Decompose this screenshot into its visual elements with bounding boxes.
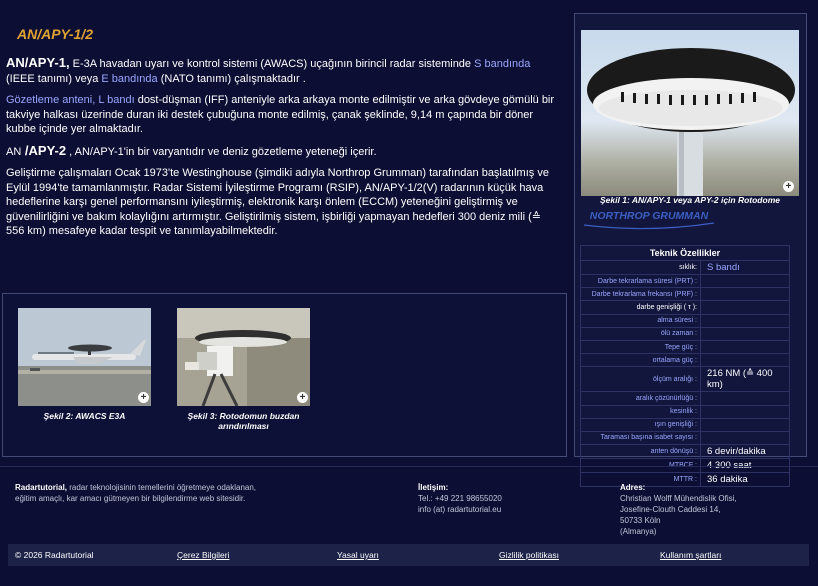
terms-of-use-link[interactable]: Kullanım şartları [660,550,721,560]
spec-key[interactable]: anten dönüşü : [580,444,701,460]
footer-contact: İletişim: Tel.: +49 221 98655020 info (a… [418,483,502,514]
footer-about: Radartutorial, radar teknolojisinin teme… [15,483,257,503]
spec-value [700,300,790,315]
spec-row: aralık çözünürlüğü : [580,391,790,406]
page-title: AN/APY-1/2 [17,26,93,42]
spec-row: kesinlik : [580,404,790,419]
intro-lead: AN/APY-1, [6,55,70,70]
spec-value: 216 NM (≙ 400 km) [700,366,790,393]
privacy-policy-link[interactable]: Gizlilik politikası [499,550,559,560]
spec-key[interactable]: aralık çözünürlüğü : [580,391,701,406]
spec-value [700,353,790,368]
spec-row: ortalama güç : [580,353,790,368]
intro-paragraph-2: Gözetleme anteni, L bandı dost-düşman (I… [6,94,555,135]
intro-paragraph-1: AN/APY-1, E-3A havadan uyarı ve kontrol … [6,55,531,85]
spec-row: Tepe güç : [580,339,790,355]
contact-email[interactable]: info (at) radartutorial.eu [418,505,501,514]
copyright-text: © 2026 Radartutorial [15,550,94,560]
spec-key[interactable]: Darbe tekrarlama süresi (PRT) : [580,273,701,289]
spec-row: alma süresi : [580,313,790,328]
spec-key[interactable]: ölçüm aralığı : [580,366,701,393]
spec-value [700,287,790,302]
spec-row: Darbe tekrarlama frekansı (PRF) : [580,287,790,302]
surveillance-antenna-link[interactable]: Gözetleme anteni, [6,94,95,106]
northrop-grumman-logo: NORTHROP GRUMMAN [579,207,719,233]
spec-table-body: sıklık: S bandı Darbe tekrarlama süresi (P… [580,260,790,488]
intro-paragraph-4: Geliştirme çalışmaları Ocak 1973'te West… [6,167,549,237]
awacs-thumbnail[interactable]: + [18,308,151,406]
spec-key[interactable]: ışın genişliği : [580,417,701,432]
spec-value [700,391,790,406]
spec-value [700,313,790,328]
rotodome-photo[interactable]: + [581,30,799,196]
spec-value [700,417,790,432]
footer-address: Adres: Christian Wolff Mühendislik Ofisi… [620,483,737,536]
zoom-icon[interactable]: + [138,392,149,403]
spec-key[interactable]: Taraması başına isabet sayısı : [580,430,701,446]
figure1-caption: Şekil 1: AN/APY-1 veya APY-2 için Rotodo… [600,195,780,205]
spec-row: ölçüm aralığı :216 NM (≙ 400 km) [580,366,790,393]
e-band-link[interactable]: E bandında [101,73,157,85]
intro-text: AN/APY-1, E-3A havadan uyarı ve kontrol … [6,55,562,246]
logo-text: NORTHROP GRUMMAN [590,210,709,222]
zoom-icon[interactable]: + [783,181,794,192]
right-panel: + Şekil 1: AN/APY-1 veya APY-2 için Roto… [574,13,807,488]
spec-value [700,273,790,289]
spec-key[interactable]: ortalama güç : [580,353,701,368]
contact-phone: Tel.: +49 221 98655020 [418,494,502,503]
spec-value [700,339,790,355]
image-gallery: + Şekil 2: AWACS E3A + Şekil 3: Rotodomu… [2,293,567,457]
spec-key[interactable]: ölü zaman : [580,326,701,341]
spec-row: sıklık: S bandı [580,260,790,275]
spec-key[interactable]: kesinlik : [580,404,701,419]
spec-key[interactable]: Darbe tekrarlama frekansı (PRF) : [580,287,701,302]
intro-paragraph-3: AN /APY-2 , AN/APY-1'in bir varyantıdır … [6,142,377,158]
spec-row: Darbe tekrarlama süresi (PRT) : [580,273,790,289]
footer-divider [0,466,818,467]
zoom-icon[interactable]: + [297,392,308,403]
spec-row: ölü zaman : [580,326,790,341]
spec-value [700,404,790,419]
spec-value: 6 devir/dakika [700,444,790,460]
spec-key[interactable]: Tepe güç : [580,339,701,355]
s-band-link[interactable]: S bandında [474,58,530,70]
spec-key[interactable]: darbe genişliği ( τ ): [580,300,701,315]
spec-row: ışın genişliği : [580,417,790,432]
rotodome-illustration [587,48,795,196]
figure2-caption: Şekil 2: AWACS E3A [43,411,126,421]
spec-table-title: Teknik Özellikler [580,245,790,261]
spec-row: anten dönüşü :6 devir/dakika [580,444,790,460]
spec-value [700,430,790,446]
legal-notice-link[interactable]: Yasal uyarı [337,550,379,560]
bottom-bar: © 2026 Radartutorial Çerez Bilgileri Yas… [8,544,809,566]
specifications-table: Teknik Özellikler sıklık: S bandı Darbe te… [580,245,790,488]
l-band-link[interactable]: L bandı [98,94,134,106]
figure3-caption: Şekil 3: Rotodomun buzdan arındırılması [187,411,300,431]
spec-key[interactable]: sıklık: [580,260,701,275]
spec-row: darbe genişliği ( τ ): [580,300,790,315]
deicing-thumbnail[interactable]: + [177,308,310,406]
spec-row: Taraması başına isabet sayısı : [580,430,790,446]
cookies-link[interactable]: Çerez Bilgileri [177,550,229,560]
spec-value [700,326,790,341]
spec-value: S bandı [700,260,790,275]
spec-key[interactable]: alma süresi : [580,313,701,328]
